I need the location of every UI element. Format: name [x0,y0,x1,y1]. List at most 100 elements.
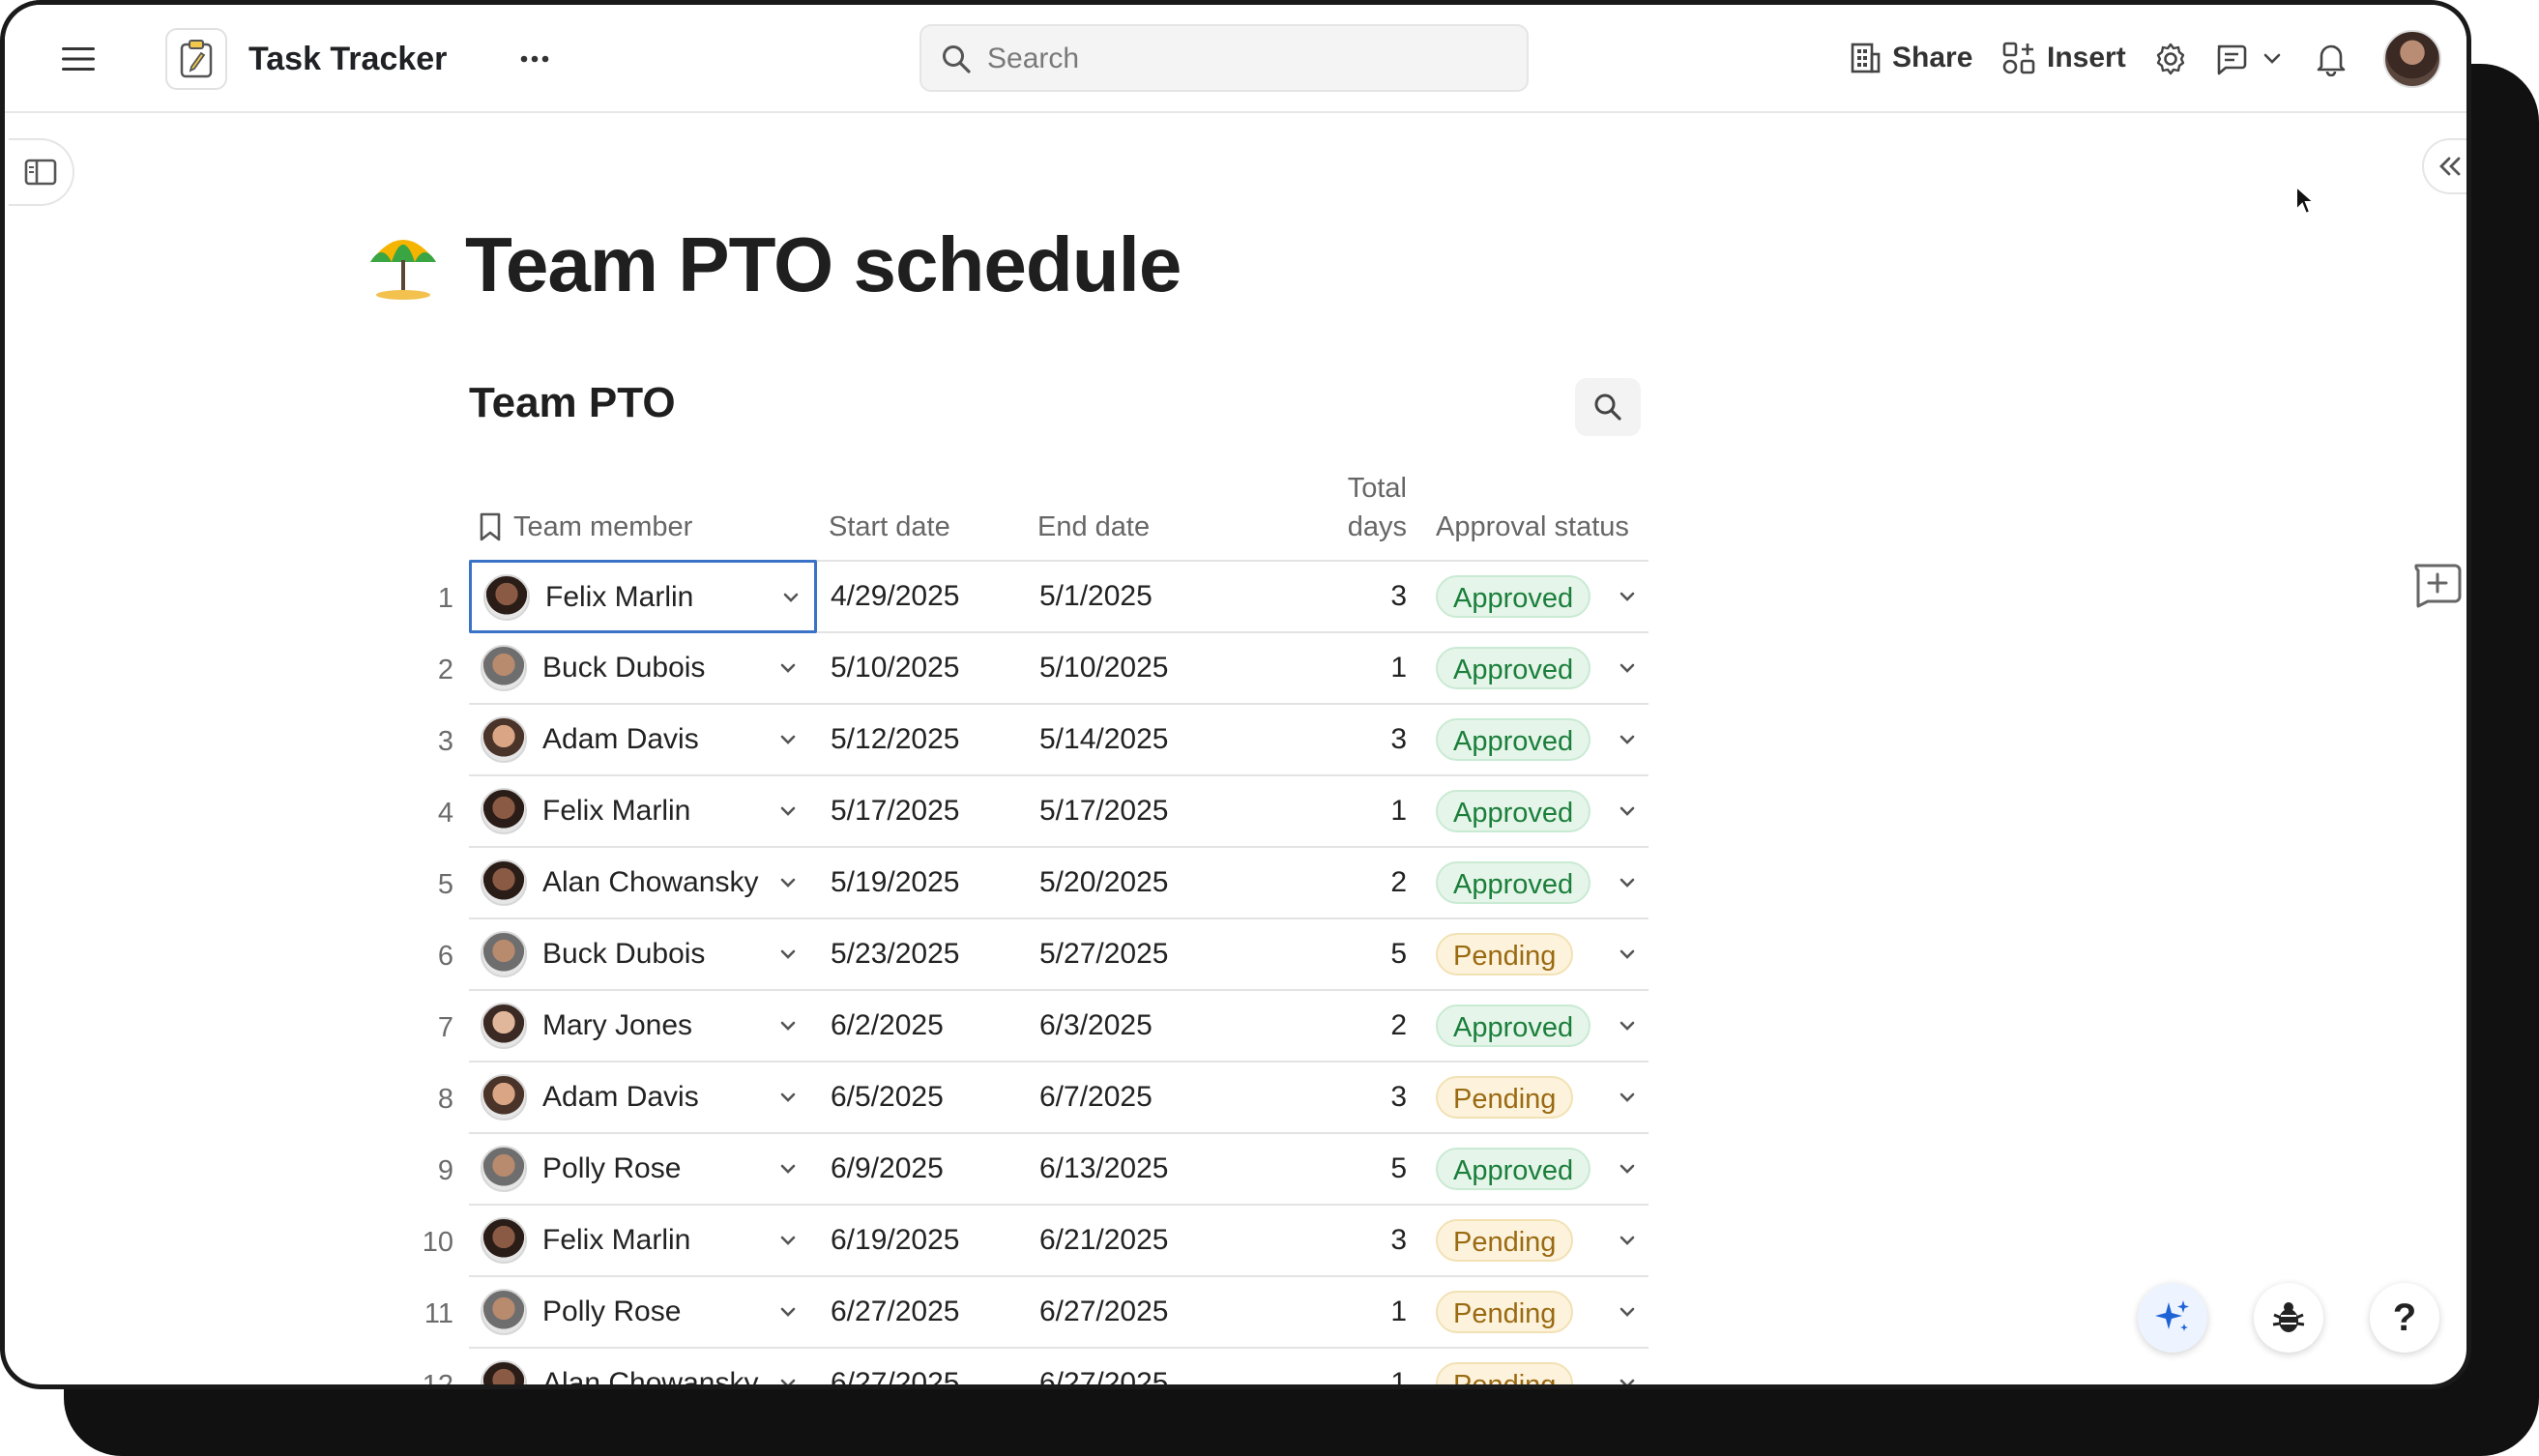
approval-status-badge[interactable]: Pending [1436,933,1574,976]
approval-status-badge[interactable]: Pending [1436,1076,1574,1119]
total-days-cell[interactable]: 1 [1300,1364,1407,1384]
chevron-down-icon[interactable] [774,941,802,968]
approval-status-badge[interactable]: Approved [1436,1148,1591,1190]
start-date-cell[interactable]: 5/23/2025 [831,935,959,974]
chevron-down-icon[interactable] [774,798,802,825]
hamburger-menu-icon[interactable] [55,40,102,78]
end-date-cell[interactable]: 6/7/2025 [1039,1078,1153,1117]
notifications-bell-icon[interactable] [2308,36,2354,82]
chevron-down-icon[interactable] [774,1370,802,1389]
chevron-down-icon[interactable] [774,1227,802,1254]
chevron-down-icon[interactable] [774,1155,802,1182]
chevron-down-icon[interactable] [777,584,804,611]
table-search-button[interactable] [1575,378,1641,436]
chevron-down-icon[interactable] [774,655,802,682]
end-date-cell[interactable]: 5/14/2025 [1039,720,1168,759]
total-days-cell[interactable]: 3 [1300,1078,1407,1117]
search-input[interactable] [985,36,1511,82]
approval-status-badge[interactable]: Pending [1436,1291,1574,1333]
chevron-down-icon[interactable] [774,1012,802,1039]
chevron-down-icon[interactable] [774,1084,802,1111]
team-member-cell[interactable]: Felix Marlin [469,1206,817,1275]
chevron-down-icon[interactable] [1614,941,1641,968]
end-date-cell[interactable]: 6/3/2025 [1039,1006,1153,1045]
start-date-cell[interactable]: 5/19/2025 [831,863,959,902]
column-header-total-days[interactable]: Total days [1281,469,1407,546]
chevron-down-icon[interactable] [774,869,802,896]
chevron-down-icon[interactable] [774,1298,802,1325]
beach-umbrella-icon[interactable] [365,223,442,301]
end-date-cell[interactable]: 5/17/2025 [1039,792,1168,830]
chevron-down-icon[interactable] [1614,869,1641,896]
chevron-down-icon[interactable] [1614,583,1641,610]
end-date-cell[interactable]: 5/10/2025 [1039,649,1168,687]
column-header-team-member[interactable]: Team member [479,508,692,546]
page-title[interactable]: Team PTO schedule [465,212,1182,318]
share-button[interactable]: Share [1850,36,1972,80]
start-date-cell[interactable]: 4/29/2025 [831,577,959,616]
user-avatar[interactable] [2383,30,2441,88]
team-member-cell[interactable]: Buck Dubois [469,919,817,989]
approval-status-badge[interactable]: Pending [1436,1219,1574,1262]
team-member-cell[interactable]: Felix Marlin [469,560,817,633]
table-title[interactable]: Team PTO [469,376,676,430]
total-days-cell[interactable]: 1 [1300,649,1407,687]
end-date-cell[interactable]: 5/20/2025 [1039,863,1168,902]
chevron-down-icon[interactable] [1614,1012,1641,1039]
team-member-cell[interactable]: Polly Rose [469,1134,817,1204]
start-date-cell[interactable]: 6/19/2025 [831,1221,959,1260]
approval-status-badge[interactable]: Approved [1436,1005,1591,1047]
help-button[interactable]: ? [2370,1283,2439,1353]
comments-icon[interactable] [2207,36,2254,82]
report-bug-button[interactable] [2254,1283,2323,1353]
comments-dropdown-chevron-icon[interactable] [2258,44,2287,73]
team-member-cell[interactable]: Adam Davis [469,705,817,774]
chevron-down-icon[interactable] [1614,1370,1641,1389]
total-days-cell[interactable]: 2 [1300,863,1407,902]
total-days-cell[interactable]: 1 [1300,792,1407,830]
chevron-down-icon[interactable] [1614,1227,1641,1254]
start-date-cell[interactable]: 5/12/2025 [831,720,959,759]
end-date-cell[interactable]: 5/1/2025 [1039,577,1153,616]
team-member-cell[interactable]: Alan Chowansky [469,1349,817,1389]
start-date-cell[interactable]: 6/5/2025 [831,1078,944,1117]
start-date-cell[interactable]: 6/27/2025 [831,1364,959,1384]
column-header-approval-status[interactable]: Approval status [1436,508,1629,546]
start-date-cell[interactable]: 5/10/2025 [831,649,959,687]
start-date-cell[interactable]: 6/27/2025 [831,1293,959,1331]
approval-status-badge[interactable]: Approved [1436,575,1591,618]
global-search[interactable] [919,24,1529,92]
end-date-cell[interactable]: 5/27/2025 [1039,935,1168,974]
approval-status-badge[interactable]: Approved [1436,647,1591,689]
start-date-cell[interactable]: 6/2/2025 [831,1006,944,1045]
chevron-down-icon[interactable] [1614,655,1641,682]
team-member-cell[interactable]: Adam Davis [469,1063,817,1132]
end-date-cell[interactable]: 6/27/2025 [1039,1293,1168,1331]
end-date-cell[interactable]: 6/27/2025 [1039,1364,1168,1384]
chevron-down-icon[interactable] [1614,726,1641,753]
column-header-end-date[interactable]: End date [1037,508,1150,546]
team-member-cell[interactable]: Alan Chowansky [469,848,817,917]
column-header-start-date[interactable]: Start date [829,508,950,546]
total-days-cell[interactable]: 5 [1300,1150,1407,1188]
doc-icon[interactable] [165,28,227,90]
add-comment-icon[interactable] [2408,558,2466,612]
start-date-cell[interactable]: 6/9/2025 [831,1150,944,1188]
end-date-cell[interactable]: 6/21/2025 [1039,1221,1168,1260]
total-days-cell[interactable]: 3 [1300,577,1407,616]
more-options-icon[interactable] [511,40,558,78]
team-member-cell[interactable]: Felix Marlin [469,776,817,846]
chevron-down-icon[interactable] [1614,1298,1641,1325]
chevron-down-icon[interactable] [1614,1084,1641,1111]
team-member-cell[interactable]: Polly Rose [469,1277,817,1347]
doc-title[interactable]: Task Tracker [248,38,447,80]
chevron-down-icon[interactable] [1614,1155,1641,1182]
team-member-cell[interactable]: Mary Jones [469,991,817,1061]
ai-assistant-button[interactable] [2138,1283,2207,1353]
total-days-cell[interactable]: 1 [1300,1293,1407,1331]
gear-icon[interactable] [2147,36,2194,82]
chevron-down-icon[interactable] [1614,798,1641,825]
collapse-right-panel-button[interactable] [2422,138,2466,194]
approval-status-badge[interactable]: Approved [1436,790,1591,832]
approval-status-badge[interactable]: Pending [1436,1362,1574,1384]
